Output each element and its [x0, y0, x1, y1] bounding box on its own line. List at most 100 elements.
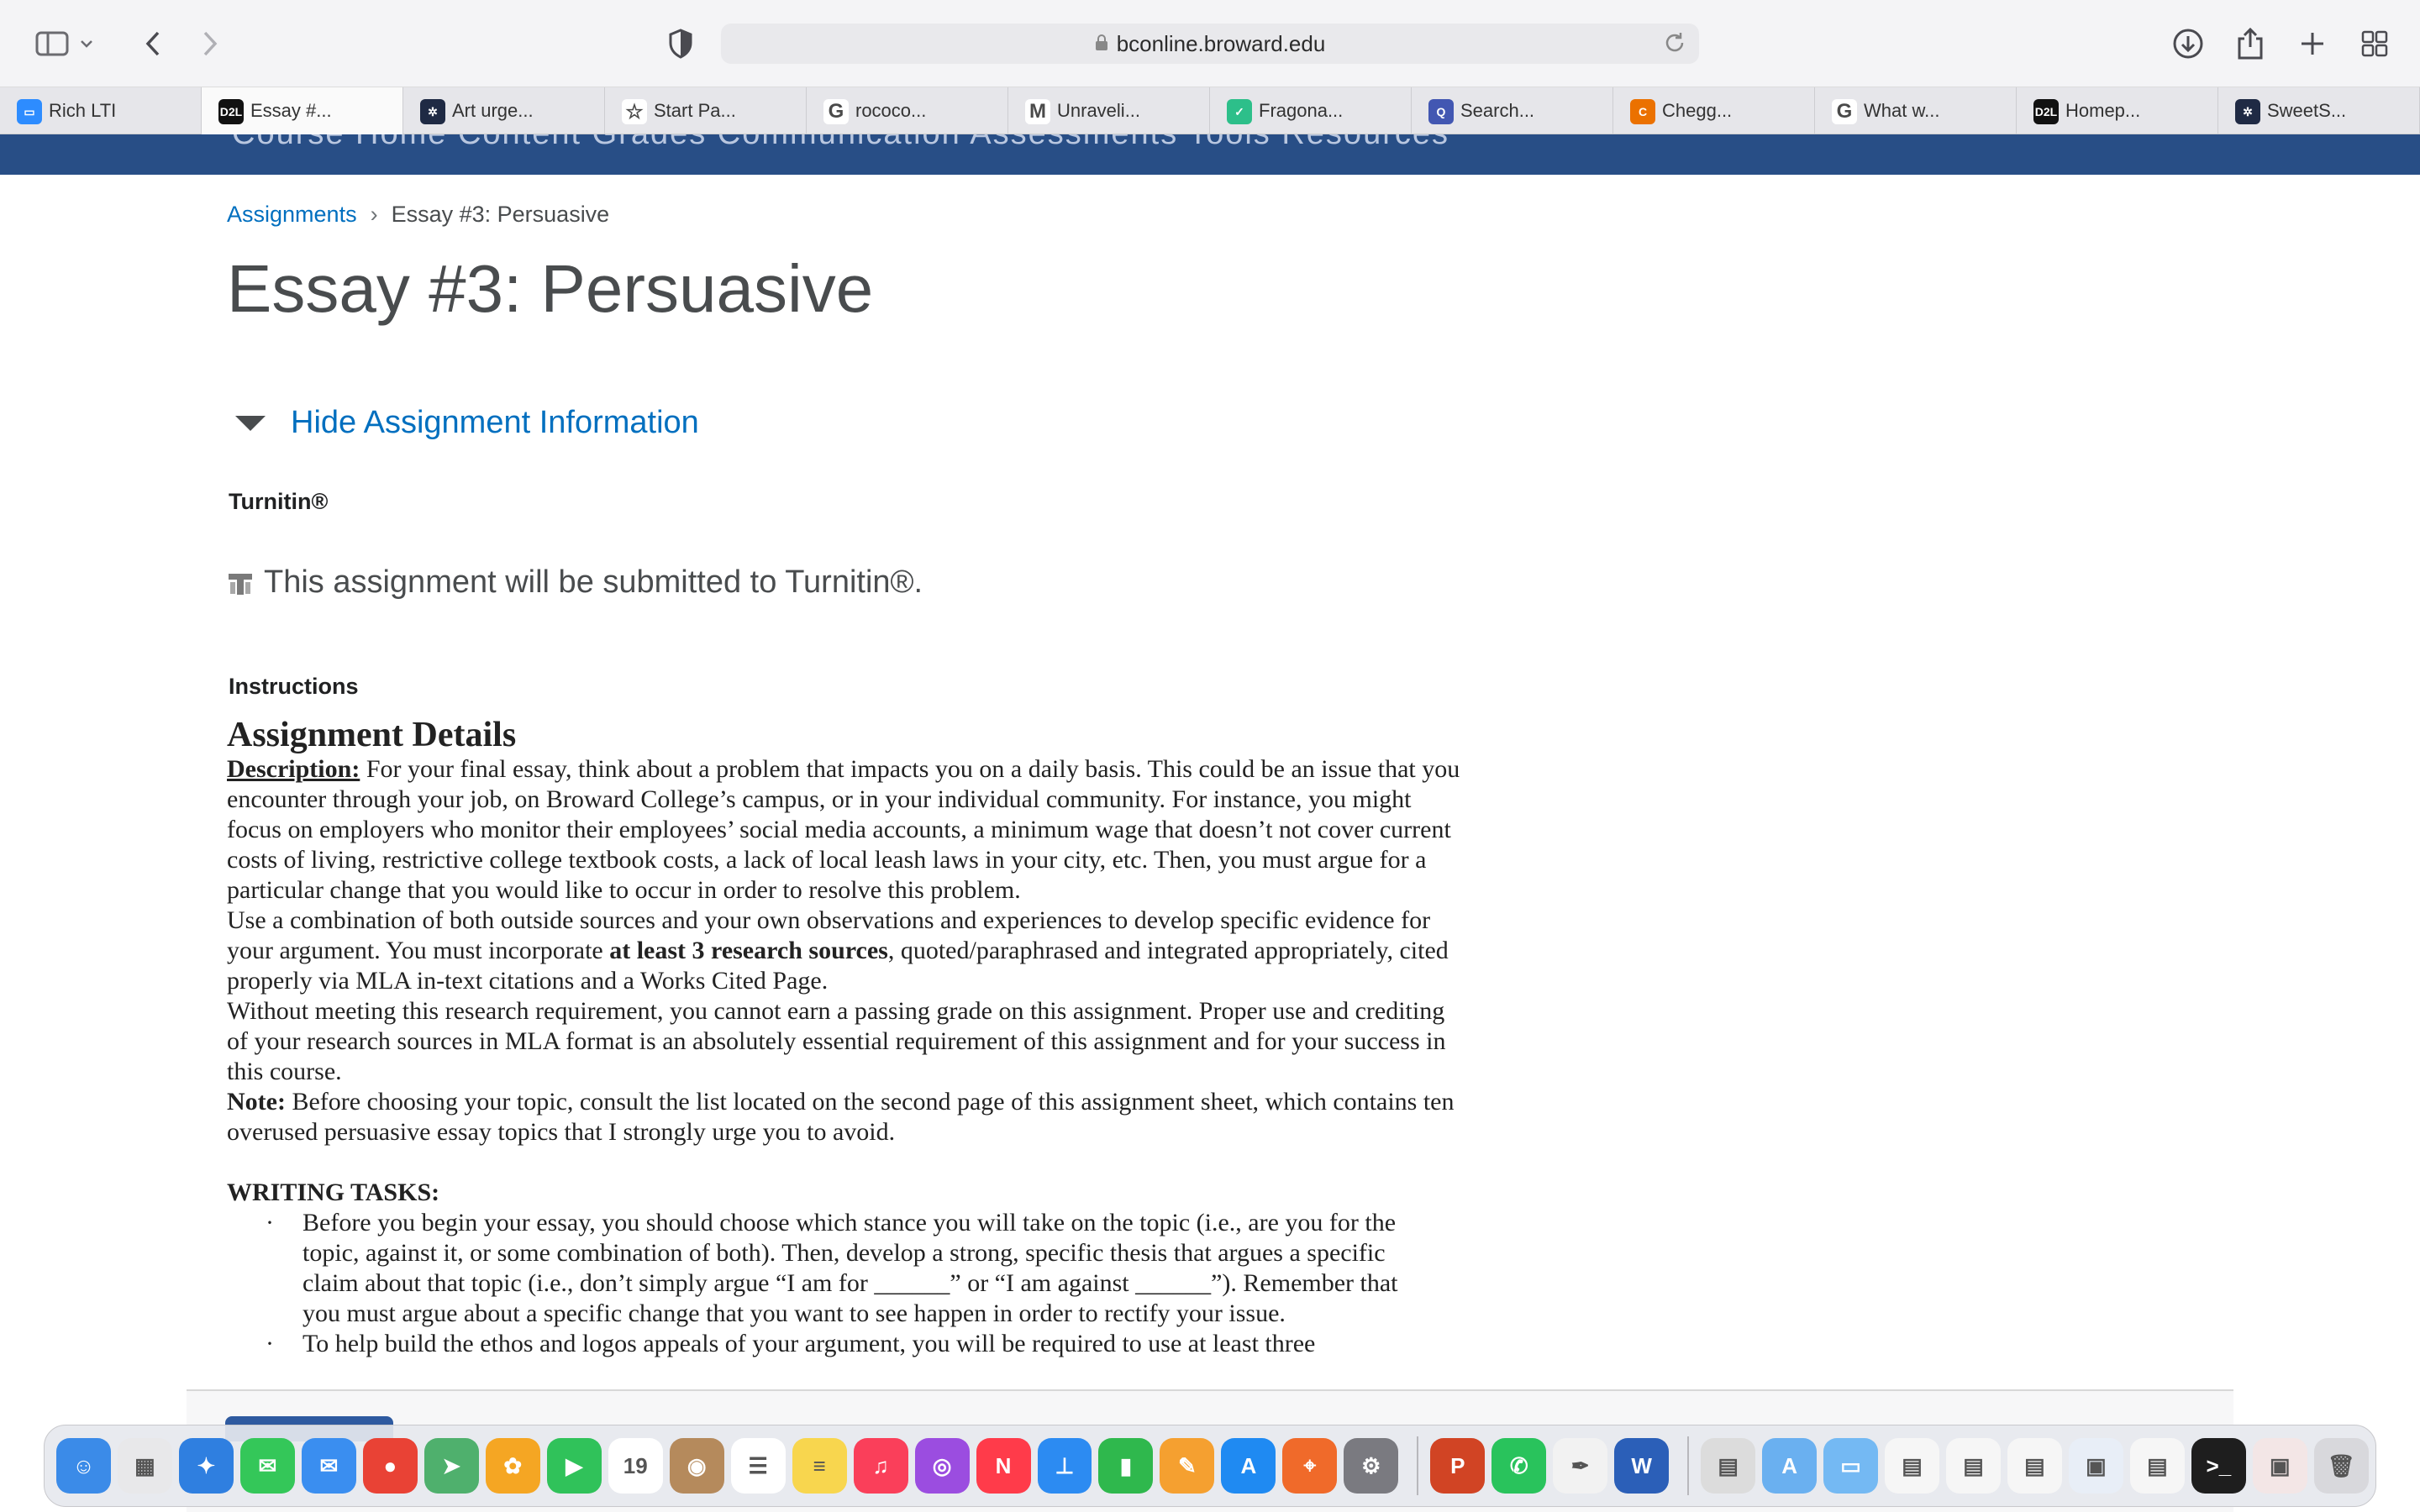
safari-icon[interactable]: ✦	[178, 1438, 234, 1494]
powerpoint-icon[interactable]: P	[1430, 1438, 1486, 1494]
dock-separator	[1417, 1436, 1419, 1495]
bullet-marker: ·	[266, 1330, 274, 1357]
tab[interactable]: ✲ Art urge...	[403, 87, 605, 134]
turnitin-notice-text: This assignment will be submitted to Tur…	[264, 564, 923, 600]
share-icon[interactable]	[2228, 22, 2272, 66]
mail-icon[interactable]: ✉	[301, 1438, 356, 1494]
tab[interactable]: Q Search...	[1412, 87, 1613, 134]
note-label: Note:	[227, 1088, 286, 1116]
screenshot-icon[interactable]: ▣	[2068, 1438, 2123, 1494]
hide-assignment-info-toggle[interactable]: Hide Assignment Information	[235, 405, 699, 441]
news-icon[interactable]: N	[976, 1438, 1031, 1494]
d2l-icon: D2L	[2033, 99, 2059, 124]
tab-overview-icon[interactable]	[2353, 22, 2396, 66]
research-text-bold: at least 3 research sources	[609, 937, 888, 964]
tab[interactable]: M Unraveli...	[1008, 87, 1210, 134]
contacts-icon[interactable]: ◉	[669, 1438, 724, 1494]
messages-icon[interactable]: ✉	[239, 1438, 295, 1494]
app-folder-icon[interactable]: A	[1762, 1438, 1818, 1494]
browser-toolbar: bconline.broward.edu	[0, 0, 2420, 87]
writing-tasks-heading: WRITING TASKS:	[227, 1179, 440, 1206]
tab[interactable]: D2L Homep...	[2017, 87, 2218, 134]
tab[interactable]: C Chegg...	[1613, 87, 1815, 134]
photos-icon[interactable]: ✿	[485, 1438, 540, 1494]
tab-label: Homep...	[2065, 100, 2141, 121]
tab[interactable]: G What w...	[1815, 87, 2017, 134]
app-store-icon[interactable]: A	[1221, 1438, 1276, 1494]
tab-label: rococo...	[855, 100, 927, 121]
textedit-icon[interactable]: ✒	[1553, 1438, 1608, 1494]
address-bar[interactable]: bconline.broward.edu	[721, 24, 1699, 64]
finder-icon[interactable]: ☺	[56, 1438, 111, 1494]
dock: ☺ ▦ ✦ ✉ ✉ ● ➤ ✿ ▶ 19 ◉ ☰ ≡ ♫ ◎ N ⊥ ▮ ✎ A ⌖ ⚙ P ✆ ✒ W ▤ A ▭ ▤ ▤ ▤ ▣ ▤ >_ ▣ 🗑	[44, 1425, 2376, 1507]
list-item: · Before you begin your essay, you shoul…	[227, 1208, 1470, 1329]
pages-icon[interactable]: ✎	[1160, 1438, 1215, 1494]
reminders-icon[interactable]: ☰	[730, 1438, 786, 1494]
instruments-icon[interactable]: ⌖	[1282, 1438, 1338, 1494]
back-icon[interactable]	[131, 22, 175, 66]
tab-label: Art urge...	[452, 100, 534, 121]
bullet-text: Before you begin your essay, you should …	[302, 1209, 1398, 1327]
podcasts-icon[interactable]: ◎	[914, 1438, 970, 1494]
downloads-icon[interactable]	[2166, 22, 2210, 66]
screenshot-icon[interactable]: ▣	[2252, 1438, 2307, 1494]
document-icon[interactable]: ▤	[1885, 1438, 1939, 1494]
document-icon[interactable]: ▤	[1946, 1438, 2001, 1494]
terminal-icon[interactable]: >_	[2191, 1438, 2246, 1494]
reload-icon[interactable]	[1662, 30, 1687, 55]
tab-label: Search...	[1460, 100, 1535, 121]
d2l-icon: D2L	[218, 99, 244, 124]
system-preferences-icon[interactable]: ⚙	[1344, 1438, 1399, 1494]
music-icon[interactable]: ♫	[853, 1438, 908, 1494]
trash-icon[interactable]: 🗑	[2313, 1438, 2369, 1494]
tab-label: What w...	[1864, 100, 1940, 121]
document-icon[interactable]: ▤	[2007, 1438, 2062, 1494]
numbers-icon[interactable]: ▮	[1098, 1438, 1154, 1494]
google-icon: G	[1832, 99, 1857, 124]
tab[interactable]: D2L Essay #...	[202, 87, 403, 134]
description-label: Description:	[227, 755, 360, 783]
medium-icon: M	[1025, 99, 1050, 124]
openai-icon: ✲	[420, 99, 445, 124]
note-paragraph: Note: Before choosing your topic, consul…	[227, 1087, 1470, 1147]
breadcrumb: Assignments › Essay #3: Persuasive	[227, 202, 609, 228]
folder-icon[interactable]: ▭	[1823, 1438, 1879, 1494]
turnitin-heading: Turnitin®	[229, 489, 329, 514]
dock-separator	[1687, 1436, 1690, 1495]
zoom-icon: ▭	[17, 99, 42, 124]
breadcrumb-current: Essay #3: Persuasive	[391, 202, 610, 227]
new-tab-icon[interactable]	[2291, 22, 2334, 66]
document-icon[interactable]: ▤	[1701, 1438, 1756, 1494]
chevron-down-icon[interactable]	[74, 22, 99, 66]
maps-icon[interactable]: ➤	[424, 1438, 479, 1494]
openai-icon: ✲	[2235, 99, 2260, 124]
document-icon[interactable]: ▤	[2129, 1438, 2185, 1494]
assignment-details-heading: Assignment Details	[227, 716, 517, 754]
whatsapp-icon[interactable]: ✆	[1491, 1438, 1547, 1494]
calendar-icon[interactable]: 19	[608, 1438, 663, 1494]
lock-icon	[1095, 31, 1108, 57]
breadcrumb-assignments-link[interactable]: Assignments	[227, 202, 357, 227]
tab[interactable]: Grococo...	[807, 87, 1008, 134]
keynote-icon[interactable]: ⊥	[1037, 1438, 1092, 1494]
forward-icon[interactable]	[188, 22, 232, 66]
chrome-icon[interactable]: ●	[362, 1438, 418, 1494]
caret-down-icon	[235, 415, 266, 431]
notes-icon[interactable]: ≡	[792, 1438, 847, 1494]
course-navbar-items[interactable]: Course Home Content Grades Communication…	[232, 134, 1449, 152]
tab-label: Start Pa...	[654, 100, 736, 121]
sidebar-toggle-icon[interactable]	[30, 22, 74, 66]
tab[interactable]: ▭ Rich LTI	[0, 87, 202, 134]
research-paragraph: Use a combination of both outside source…	[227, 906, 1470, 996]
privacy-shield-icon[interactable]	[659, 22, 702, 66]
tab[interactable]: ☆ Start Pa...	[605, 87, 807, 134]
word-icon[interactable]: W	[1614, 1438, 1670, 1494]
launchpad-icon[interactable]: ▦	[117, 1438, 172, 1494]
facetime-icon[interactable]: ▶	[546, 1438, 602, 1494]
shield-check-icon: ✓	[1227, 99, 1252, 124]
requirement-paragraph: Without meeting this research requiremen…	[227, 997, 1446, 1085]
bullet-marker: ·	[266, 1209, 274, 1236]
tab-label: Rich LTI	[49, 100, 117, 121]
tab[interactable]: ✓ Fragona...	[1210, 87, 1412, 134]
tab[interactable]: ✲ SweetS...	[2218, 87, 2420, 134]
